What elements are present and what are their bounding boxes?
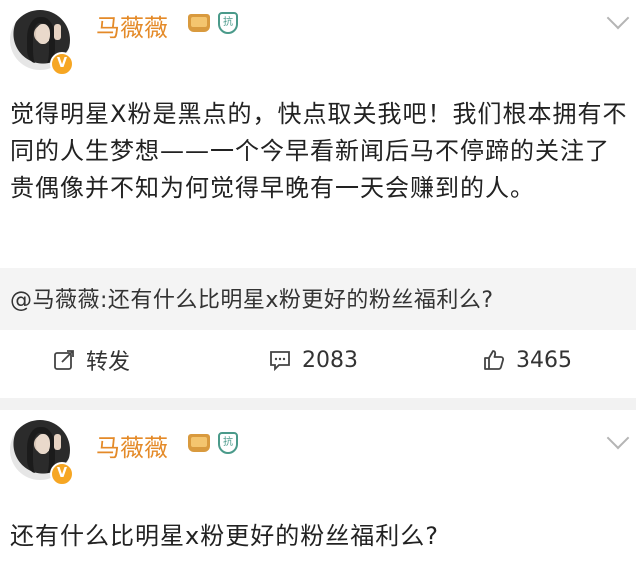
author-name[interactable]: 马薇薇 [96, 428, 168, 463]
member-shield-icon: 抗 [218, 12, 238, 34]
chevron-down-icon[interactable] [606, 6, 630, 30]
post-text: 还有什么比明星x粉更好的粉丝福利么? [10, 522, 439, 550]
chevron-down-icon[interactable] [606, 426, 630, 450]
post-actions: 转发 2083 3465 [0, 340, 636, 380]
comment-icon [270, 351, 290, 372]
avatar-face [36, 434, 50, 454]
weibo-post: V 马薇薇 抗 还有什么比明星x粉更好的粉丝福利么? [0, 410, 636, 578]
quoted-post[interactable]: @马薇薇:还有什么比明星x粉更好的粉丝福利么? [0, 268, 636, 330]
repost-label: 转发 [86, 350, 131, 375]
feed-divider [0, 398, 636, 410]
like-count: 3465 [516, 347, 572, 373]
crown-icon [188, 434, 210, 452]
repost-icon [54, 350, 74, 370]
avatar-face [36, 24, 50, 44]
verified-badge-icon: V [50, 462, 74, 486]
thumbs-up-icon [484, 350, 505, 370]
verified-badge-icon: V [50, 52, 74, 76]
member-shield-icon: 抗 [218, 432, 238, 454]
avatar-hand [54, 434, 61, 450]
author-name[interactable]: 马薇薇 [96, 8, 168, 43]
weibo-post: V 马薇薇 抗 觉得明星X粉是黑点的，快点取关我吧！我们根本拥有不同的人生梦想—… [0, 0, 636, 398]
avatar-hand [54, 24, 61, 40]
repost-button[interactable]: 转发 [52, 344, 130, 376]
comment-count: 2083 [302, 347, 358, 373]
like-button[interactable]: 3465 [482, 344, 572, 376]
comment-button[interactable]: 2083 [268, 344, 358, 376]
post-text: 觉得明星X粉是黑点的，快点取关我吧！我们根本拥有不同的人生梦想——一个今早看新闻… [10, 100, 628, 202]
crown-icon [188, 14, 210, 32]
quoted-text: @马薇薇:还有什么比明星x粉更好的粉丝福利么? [10, 288, 494, 313]
